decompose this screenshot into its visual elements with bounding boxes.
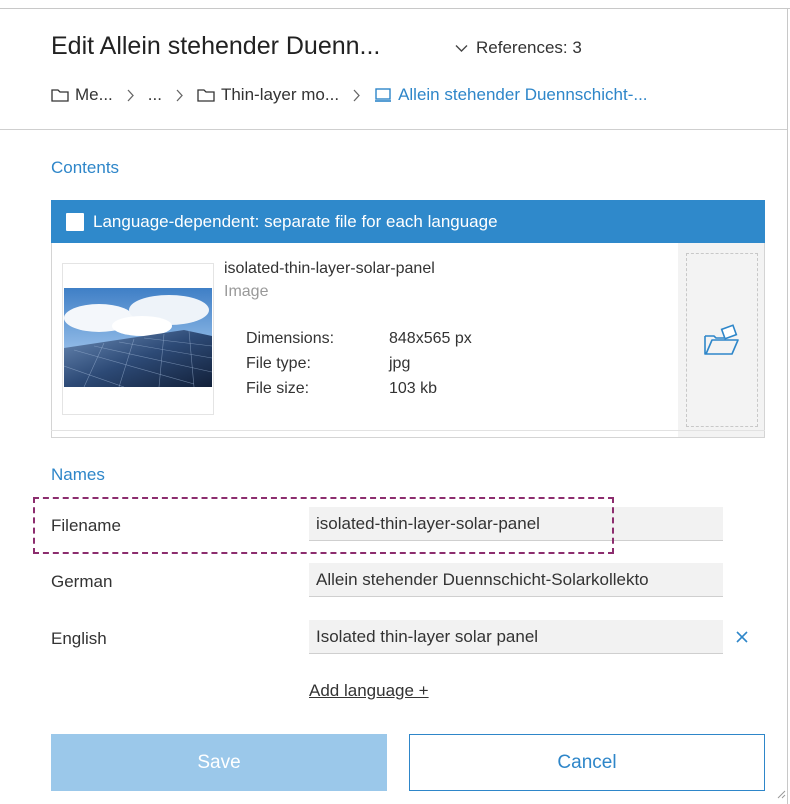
dialog-right-border (787, 8, 788, 804)
chevron-right-icon (127, 89, 134, 101)
breadcrumb-item-thin-layer[interactable]: Thin-layer mo... (197, 85, 339, 105)
english-name-field[interactable] (309, 620, 723, 654)
breadcrumb-item-media[interactable]: Me... (51, 85, 113, 105)
cancel-button[interactable]: Cancel (409, 734, 765, 791)
media-name: isolated-thin-layer-solar-panel (224, 260, 435, 277)
folder-open-upload-icon (704, 324, 739, 355)
media-properties: Dimensions: 848x565 px File type: jpg Fi… (246, 326, 472, 401)
image-thumbnail-frame[interactable] (62, 263, 214, 415)
dialog-top-border (0, 8, 790, 9)
property-value: 103 kb (389, 379, 438, 397)
german-name-field[interactable] (309, 563, 723, 597)
breadcrumb-label: Allein stehender Duennschicht-... (398, 85, 648, 104)
english-name-row: English (51, 620, 731, 656)
header-divider (0, 129, 787, 130)
references-label: References: 3 (476, 38, 582, 57)
breadcrumb-label: Me... (75, 85, 113, 104)
add-language-link[interactable]: Add language + (309, 681, 429, 701)
chevron-right-icon (176, 89, 183, 101)
property-value: jpg (389, 354, 411, 372)
property-value: 848x565 px (389, 329, 472, 347)
property-key: File size: (246, 379, 310, 397)
references-toggle[interactable]: References: 3 (455, 38, 582, 58)
media-content-card: isolated-thin-layer-solar-panel Image Di… (51, 243, 765, 438)
language-dependent-label[interactable]: Language-dependent: separate file for ea… (93, 212, 498, 232)
upload-drop-target[interactable] (686, 253, 758, 427)
language-dependent-checkbox[interactable] (66, 212, 84, 231)
breadcrumb-item-current[interactable]: Allein stehender Duennschicht-... (374, 85, 648, 105)
chevron-right-icon (353, 89, 360, 101)
names-section-label: Names (51, 465, 105, 484)
solar-panel-thumbnail (64, 288, 212, 387)
property-row: Dimensions: 848x565 px (246, 326, 472, 351)
media-item-icon (375, 88, 392, 102)
filename-highlight-box (33, 497, 614, 554)
chevron-down-icon (455, 44, 468, 52)
german-name-row: German (51, 563, 731, 599)
contents-section-label: Contents (51, 158, 120, 177)
media-card-divider (51, 430, 765, 431)
property-row: File type: jpg (246, 351, 472, 376)
close-icon[interactable] (734, 629, 750, 645)
media-type: Image (224, 283, 269, 300)
breadcrumb: Me... ... Thin-layer mo... Allein stehen… (51, 85, 648, 105)
breadcrumb-label: Thin-layer mo... (220, 85, 340, 104)
folder-icon (197, 89, 215, 102)
page-title: Edit Allein stehender Duenn... (51, 32, 381, 60)
save-button[interactable]: Save (51, 734, 387, 791)
breadcrumb-label: ... (147, 85, 162, 104)
german-label: German (51, 572, 113, 591)
property-row: File size: 103 kb (246, 376, 472, 401)
upload-drop-zone[interactable] (678, 243, 764, 437)
property-key: Dimensions: (246, 329, 335, 347)
english-label: English (51, 629, 107, 648)
folder-icon (51, 89, 69, 102)
language-dependent-bar: Language-dependent: separate file for ea… (51, 200, 765, 243)
property-key: File type: (246, 354, 311, 372)
resize-grip-icon[interactable] (776, 789, 786, 799)
breadcrumb-item-ellipsis[interactable]: ... (148, 85, 162, 105)
